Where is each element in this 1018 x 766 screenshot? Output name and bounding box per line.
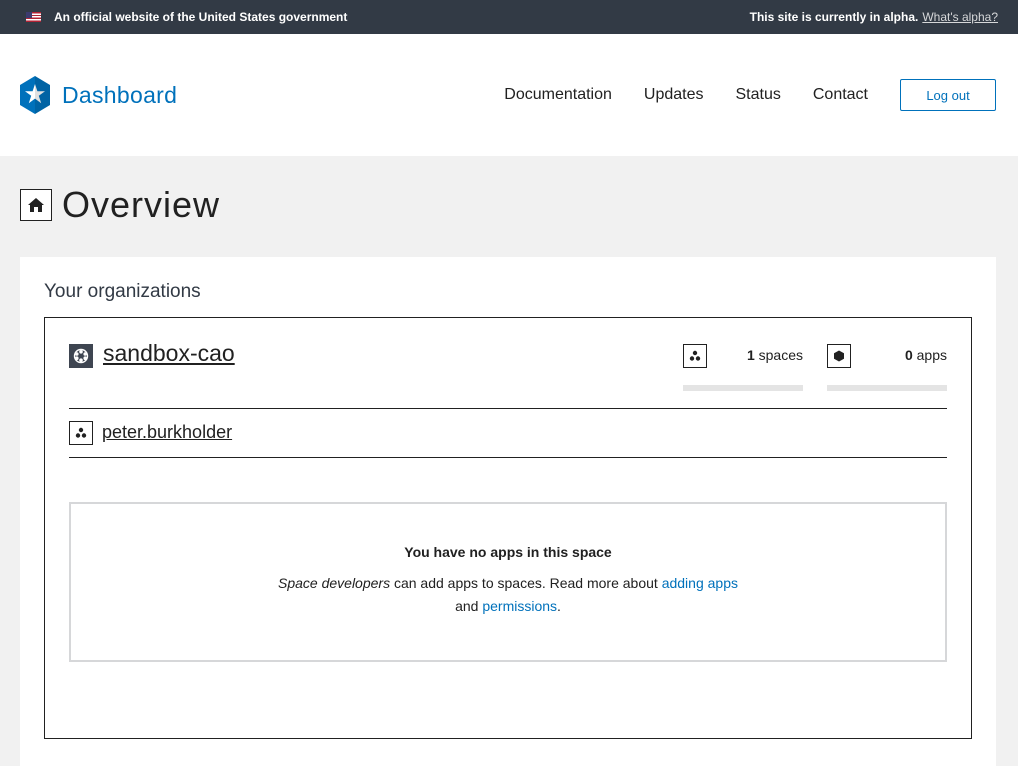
- apps-stat: 0 apps: [827, 343, 947, 391]
- spaces-bar: [683, 385, 803, 391]
- space-row: peter.burkholder: [69, 419, 947, 449]
- apps-count: 0: [904, 347, 913, 363]
- space-name-link[interactable]: peter.burkholder: [102, 422, 232, 443]
- nav-contact[interactable]: Contact: [813, 86, 868, 104]
- brand-title: Dashboard: [62, 81, 178, 108]
- empty-text-1: can add apps to spaces. Read more about: [390, 575, 662, 591]
- page-title: Overview: [62, 184, 221, 225]
- logout-button[interactable]: Log out: [900, 79, 996, 111]
- us-flag-icon: [26, 12, 41, 22]
- dashboard-star-logo: [20, 76, 50, 114]
- org-row: sandbox-cao 1 spaces 0 apps: [69, 340, 947, 410]
- alpha-notice: This site is currently in alpha. What's …: [750, 10, 998, 24]
- role-name: Space developers: [278, 575, 391, 591]
- empty-description: Space developers can add apps to spaces.…: [248, 572, 768, 618]
- empty-title: You have no apps in this space: [404, 544, 612, 560]
- brand-link[interactable]: Dashboard: [20, 76, 177, 114]
- spaces-count: 1: [746, 347, 755, 363]
- empty-apps-notice: You have no apps in this space Space dev…: [69, 502, 947, 662]
- spaces-label: spaces: [758, 347, 803, 363]
- site-header: Dashboard Documentation Updates Status C…: [0, 34, 1018, 156]
- empty-text-2: and: [455, 598, 483, 614]
- adding-apps-link[interactable]: adding apps: [662, 575, 738, 591]
- apps-bar: [827, 385, 947, 391]
- official-text: An official website of the United States…: [54, 10, 348, 24]
- space-divider: [69, 457, 947, 458]
- space-icon: [69, 421, 93, 445]
- spaces-stat: 1 spaces: [683, 343, 803, 391]
- home-icon: [28, 198, 44, 212]
- org-divider: [69, 408, 947, 409]
- home-button[interactable]: [20, 189, 52, 221]
- main-nav: Documentation Updates Status Contact Log…: [504, 79, 996, 111]
- empty-text-3: .: [557, 598, 561, 614]
- gov-banner: An official website of the United States…: [0, 0, 1018, 34]
- nav-status[interactable]: Status: [736, 86, 781, 104]
- gov-official: An official website of the United States…: [26, 10, 347, 24]
- permissions-link[interactable]: permissions: [482, 598, 557, 614]
- spaces-icon: [683, 344, 707, 368]
- nav-documentation[interactable]: Documentation: [504, 86, 612, 104]
- apps-label: apps: [916, 347, 947, 363]
- organizations-heading: Your organizations: [44, 281, 201, 302]
- nav-updates[interactable]: Updates: [644, 86, 704, 104]
- alpha-text: This site is currently in alpha.: [749, 10, 919, 24]
- org-icon: [69, 344, 93, 368]
- page-title-row: Overview: [0, 156, 1018, 256]
- apps-icon: [827, 344, 851, 368]
- spaces-count-text: 1 spaces: [747, 347, 803, 363]
- org-name-link[interactable]: sandbox-cao: [103, 340, 235, 367]
- whats-alpha-link[interactable]: What's alpha?: [922, 10, 998, 24]
- org-card: sandbox-cao 1 spaces 0 apps peter.burkho…: [44, 317, 972, 739]
- organizations-panel: Your organizations sandbox-cao 1 spaces …: [20, 257, 996, 766]
- apps-count-text: 0 apps: [905, 347, 947, 363]
